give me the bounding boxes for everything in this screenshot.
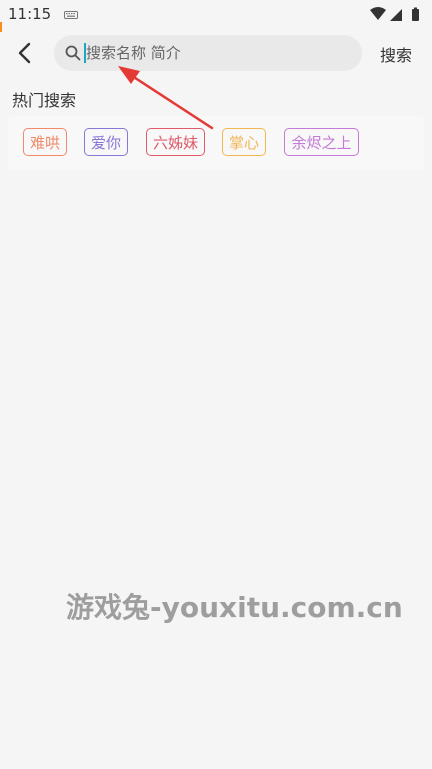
status-bar: 11:15 [0,0,432,30]
wifi-icon [370,7,386,20]
search-input[interactable] [86,35,346,71]
hot-tag[interactable]: 余烬之上 [284,128,359,156]
keyboard-icon [64,11,78,19]
battery-icon [412,7,419,21]
search-icon [65,45,81,61]
chevron-left-icon [18,42,31,64]
hot-search-panel: 难哄 爱你 六姊妹 掌心 余烬之上 [8,116,424,170]
search-box[interactable] [54,35,362,71]
signal-icon [390,9,402,21]
hot-tag[interactable]: 掌心 [222,128,266,156]
search-header: 搜索 [0,32,432,76]
search-button[interactable]: 搜索 [380,42,412,66]
hot-search-title: 热门搜索 [12,91,77,110]
watermark: 游戏兔-youxitu.com.cn [66,591,403,624]
hot-tag[interactable]: 六姊妹 [146,128,205,156]
hot-tag[interactable]: 爱你 [84,128,128,156]
hot-tag[interactable]: 难哄 [23,128,67,156]
status-time: 11:15 [8,5,52,23]
status-icons [368,6,424,22]
back-button[interactable] [12,40,38,66]
